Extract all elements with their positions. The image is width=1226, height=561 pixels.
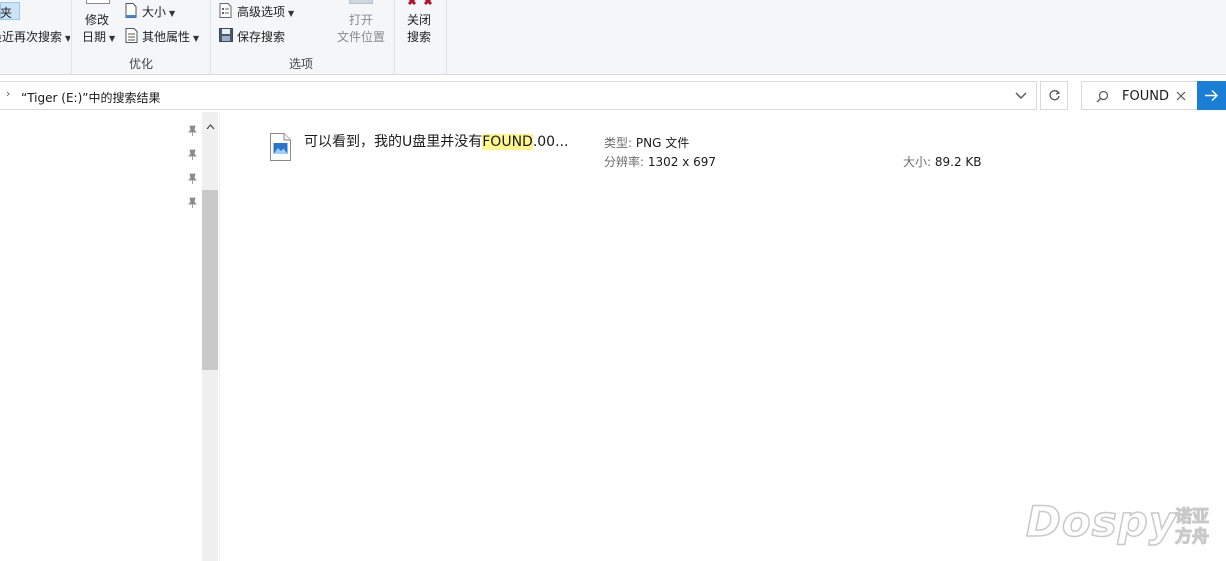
folder-icon	[349, 0, 373, 4]
properties-icon	[125, 28, 138, 43]
ribbon-item-selected[interactable]: 夹	[0, 2, 20, 20]
close-search-button[interactable]: 关闭 搜索	[400, 0, 440, 46]
scroll-up-icon[interactable]	[206, 124, 215, 130]
advanced-options-button[interactable]: 高级选项 ▼	[218, 2, 300, 20]
date-label: 日期 ▼	[82, 30, 116, 44]
calendar-icon	[86, 0, 110, 4]
search-input[interactable]: FOUND	[1122, 89, 1169, 104]
navigation-pane[interactable]	[0, 112, 220, 561]
chevron-down-icon[interactable]	[1015, 92, 1027, 100]
save-search-label: 保存搜索	[237, 30, 286, 44]
recent-search-label: 最近再次搜索▼	[0, 30, 70, 44]
refresh-icon	[1049, 90, 1061, 101]
open-label: 打开	[349, 13, 374, 27]
pin-icon[interactable]	[186, 125, 198, 137]
save-icon	[219, 28, 233, 42]
file-name[interactable]: 可以看到，我的U盘里并没有FOUND.00...	[304, 131, 568, 151]
close-label: 关闭	[407, 13, 432, 27]
group-separator	[394, 0, 395, 74]
pin-icon[interactable]	[186, 173, 198, 185]
group-separator	[210, 0, 211, 74]
pin-icon[interactable]	[186, 149, 198, 161]
close-icon	[407, 0, 433, 6]
open-file-location-button[interactable]: 打开 文件位置	[334, 0, 390, 46]
search-go-button[interactable]	[1197, 81, 1226, 110]
save-search-button[interactable]: 保存搜索	[218, 27, 290, 45]
chevron-right-icon[interactable]: ›	[6, 87, 10, 100]
arrow-right-icon	[1205, 89, 1219, 102]
file-location-label: 文件位置	[337, 30, 386, 44]
ribbon: 夹 最近再次搜索▼ 修改 日期▼ 大小▼ 其他属性▼ 优化	[0, 0, 1226, 75]
modify-label: 修改	[85, 13, 110, 27]
other-properties-label: 其他属性 ▼	[142, 30, 200, 44]
search-label: 搜索	[407, 30, 432, 44]
refresh-button[interactable]	[1040, 81, 1068, 110]
group-separator	[446, 0, 447, 74]
modify-date-button[interactable]: 修改 日期 ▼	[80, 0, 116, 46]
document-icon	[125, 3, 137, 18]
size-button[interactable]: 大小 ▼	[123, 2, 183, 20]
size-label: 大小 ▼	[142, 5, 176, 19]
ribbon-partial-label: 夹	[0, 6, 13, 20]
file-resolution: 分辨率: 1302 x 697	[604, 155, 717, 169]
advanced-options-label: 高级选项 ▼	[237, 5, 295, 19]
address-bar[interactable]: › “Tiger (E:)”中的搜索结果	[0, 81, 1037, 110]
search-icon	[1096, 90, 1109, 103]
breadcrumb[interactable]: “Tiger (E:)”中的搜索结果	[21, 89, 160, 106]
watermark-logo: Dospy	[1025, 496, 1178, 547]
file-type: 类型: PNG 文件	[604, 136, 690, 150]
watermark-cn: 诺亚 方舟	[1175, 507, 1210, 548]
advanced-options-icon	[219, 3, 232, 18]
group-label-options: 选项	[288, 57, 313, 71]
scrollbar-thumb[interactable]	[202, 190, 218, 370]
other-properties-button[interactable]: 其他属性 ▼	[123, 27, 205, 45]
group-separator	[71, 0, 72, 74]
file-size: 大小: 89.2 KB	[903, 155, 982, 169]
clear-search-icon[interactable]	[1176, 91, 1186, 101]
recent-search-button[interactable]: 最近再次搜索▼	[0, 27, 70, 45]
group-label-optimize: 优化	[128, 57, 153, 71]
search-term-highlight: FOUND	[482, 134, 533, 150]
png-file-icon[interactable]	[270, 133, 291, 161]
pin-icon[interactable]	[186, 197, 198, 209]
